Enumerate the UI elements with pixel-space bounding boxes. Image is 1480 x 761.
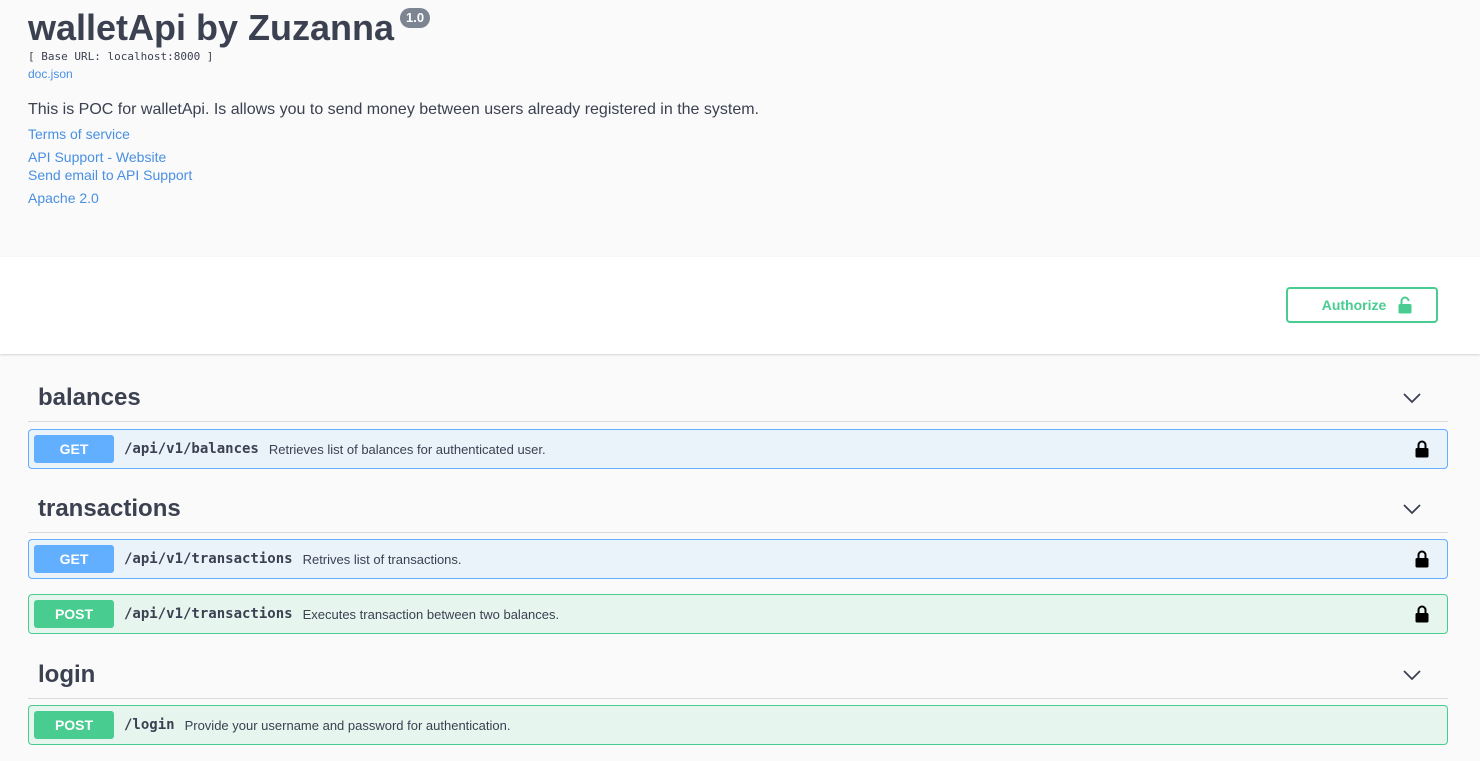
operation-summary: Retrieves list of balances for authentic…	[268, 441, 546, 457]
api-support-email-link[interactable]: Send email to API Support	[28, 167, 192, 183]
unlocked-icon	[1398, 296, 1412, 314]
method-badge: POST	[34, 711, 114, 739]
lock-icon[interactable]	[1415, 440, 1429, 458]
page-title: walletApi by Zuzanna	[28, 7, 395, 48]
title-row: walletApi by Zuzanna 1.0	[28, 6, 431, 50]
operation-summary: Provide your username and password for a…	[184, 717, 511, 733]
tag-balances-header[interactable]: balances	[28, 374, 1448, 422]
operation-post-login[interactable]: POST /login Provide your username and pa…	[28, 705, 1448, 745]
doc-json-link[interactable]: doc.json	[28, 67, 73, 81]
base-url: [ Base URL: localhost:8000 ]	[28, 50, 214, 63]
chevron-down-icon[interactable]	[1402, 665, 1422, 685]
terms-of-service-link[interactable]: Terms of service	[28, 126, 130, 142]
license-link[interactable]: Apache 2.0	[28, 190, 99, 206]
tag-name: balances	[38, 383, 141, 411]
api-support-website-link[interactable]: API Support - Website	[28, 149, 166, 165]
method-badge: GET	[34, 435, 114, 463]
method-badge: GET	[34, 545, 114, 573]
operation-path: /api/v1/transactions	[124, 551, 293, 567]
tag-name: transactions	[38, 494, 181, 522]
scheme-container: Authorize	[0, 257, 1480, 354]
method-badge: POST	[34, 600, 114, 628]
authorize-button[interactable]: Authorize	[1286, 287, 1438, 323]
operation-path: /api/v1/balances	[124, 441, 259, 457]
tag-login-header[interactable]: login	[28, 651, 1448, 699]
chevron-down-icon[interactable]	[1402, 499, 1422, 519]
lock-icon[interactable]	[1415, 550, 1429, 568]
tag-transactions-header[interactable]: transactions	[28, 485, 1448, 533]
operation-path: /api/v1/transactions	[124, 606, 293, 622]
operation-path: /login	[124, 717, 175, 733]
chevron-down-icon[interactable]	[1402, 388, 1422, 408]
api-description: This is POC for walletApi. Is allows you…	[28, 101, 759, 118]
lock-icon[interactable]	[1415, 605, 1429, 623]
operation-summary: Retrives list of transactions.	[302, 551, 462, 567]
operation-post-transactions[interactable]: POST /api/v1/transactions Executes trans…	[28, 594, 1448, 634]
version-badge: 1.0	[400, 8, 431, 28]
operation-get-transactions[interactable]: GET /api/v1/transactions Retrives list o…	[28, 539, 1448, 579]
operation-summary: Executes transaction between two balance…	[302, 606, 560, 622]
tag-name: login	[38, 660, 96, 688]
authorize-label: Authorize	[1321, 297, 1387, 313]
api-info: walletApi by Zuzanna 1.0 [ Base URL: loc…	[0, 0, 1480, 257]
operation-get-balances[interactable]: GET /api/v1/balances Retrieves list of b…	[28, 429, 1448, 469]
